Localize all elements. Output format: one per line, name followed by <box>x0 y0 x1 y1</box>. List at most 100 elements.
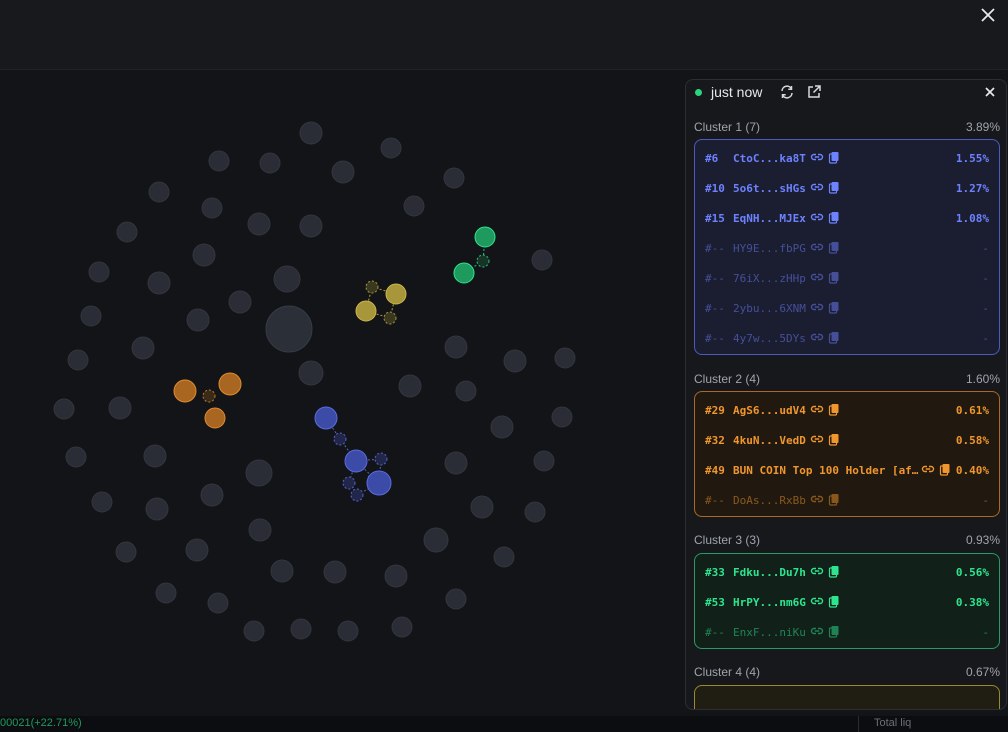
cluster-4-bubble[interactable] <box>355 300 377 322</box>
holder-bubble[interactable] <box>245 459 273 487</box>
holder-row[interactable]: #-- DoAs...RxBb - <box>695 485 999 515</box>
holder-row[interactable]: #-- 76iX...zHHp - <box>695 263 999 293</box>
link-icon[interactable] <box>810 564 824 578</box>
holder-bubble[interactable] <box>384 564 408 588</box>
cluster-1-bubble[interactable] <box>366 470 392 496</box>
holder-bubble[interactable] <box>337 620 359 642</box>
cluster-2-bubble[interactable] <box>173 379 197 403</box>
holder-address[interactable]: 4kuN...VedD <box>733 434 806 447</box>
holder-bubble[interactable] <box>143 444 167 468</box>
holder-bubble[interactable] <box>298 360 324 386</box>
holder-bubble[interactable] <box>147 271 171 295</box>
cluster-1-bubble[interactable] <box>333 432 347 446</box>
holder-bubble[interactable] <box>398 374 422 398</box>
holder-row[interactable]: #-- 4y7w...5DYs - <box>695 323 999 353</box>
holder-bubble[interactable] <box>155 582 177 604</box>
holder-row[interactable]: #53 HrPY...nm6G 0.38% <box>695 587 999 617</box>
holder-bubble[interactable] <box>455 380 477 402</box>
holder-address[interactable]: Fdku...Du7h <box>733 566 806 579</box>
holder-bubble[interactable] <box>108 396 132 420</box>
holder-row[interactable]: #-- 2ybu...6XNM - <box>695 293 999 323</box>
link-icon[interactable] <box>921 462 935 476</box>
bubble-map-canvas[interactable] <box>0 71 684 717</box>
holder-bubble[interactable] <box>554 347 576 369</box>
copy-icon[interactable] <box>827 300 841 314</box>
cluster-2-bubble[interactable] <box>218 372 242 396</box>
link-icon[interactable] <box>810 492 824 506</box>
holder-bubble[interactable] <box>323 560 347 584</box>
copy-icon[interactable] <box>827 270 841 284</box>
holder-bubble[interactable] <box>207 592 229 614</box>
cluster-1-bubble[interactable] <box>314 406 338 430</box>
holder-bubble[interactable] <box>248 518 272 542</box>
holder-bubble[interactable] <box>331 160 355 184</box>
holder-bubble[interactable] <box>115 541 137 563</box>
holder-address[interactable]: AgS6...udV4 <box>733 404 806 417</box>
holder-bubble[interactable] <box>493 546 515 568</box>
holder-address[interactable]: BUN COIN Top 100 Holder [af… <box>733 464 918 477</box>
copy-icon[interactable] <box>827 594 841 608</box>
holder-bubble[interactable] <box>423 527 449 553</box>
holder-bubble[interactable] <box>192 243 216 267</box>
holder-bubble[interactable] <box>273 265 301 293</box>
copy-icon[interactable] <box>827 564 841 578</box>
holder-bubble[interactable] <box>243 620 265 642</box>
holder-row[interactable]: #15 EqNH...MJEx 1.08% <box>695 203 999 233</box>
holder-row[interactable]: #10 5o6t...sHGs 1.27% <box>695 173 999 203</box>
holder-row[interactable]: #-- HY9E...fbPG - <box>695 233 999 263</box>
holder-bubble[interactable] <box>551 406 573 428</box>
cluster-4-bubble[interactable] <box>385 283 407 305</box>
holder-address[interactable]: CtoC...ka8T <box>733 152 806 165</box>
holder-address[interactable]: HrPY...nm6G <box>733 596 806 609</box>
link-icon[interactable] <box>810 432 824 446</box>
holder-row[interactable]: #6 CtoC...ka8T 1.55% <box>695 143 999 173</box>
holder-bubble[interactable] <box>116 221 138 243</box>
holder-address[interactable]: DoAs...RxBb <box>733 494 806 507</box>
holder-bubble[interactable] <box>200 483 224 507</box>
holder-bubble[interactable] <box>145 497 169 521</box>
holder-bubble[interactable] <box>259 152 281 174</box>
holder-bubble[interactable] <box>270 559 294 583</box>
copy-icon[interactable] <box>938 462 952 476</box>
external-link-icon[interactable] <box>806 84 822 100</box>
link-icon[interactable] <box>810 624 824 638</box>
holder-row[interactable]: #33 Fdku...Du7h 0.56% <box>695 557 999 587</box>
holder-bubble[interactable] <box>490 415 514 439</box>
link-icon[interactable] <box>810 270 824 284</box>
holder-bubble[interactable] <box>391 616 413 638</box>
holder-bubble[interactable] <box>148 181 170 203</box>
holder-bubble[interactable] <box>131 336 155 360</box>
copy-icon[interactable] <box>827 330 841 344</box>
link-icon[interactable] <box>810 150 824 164</box>
holder-bubble[interactable] <box>201 197 223 219</box>
link-icon[interactable] <box>810 330 824 344</box>
holder-address[interactable]: EqNH...MJEx <box>733 212 806 225</box>
holder-bubble[interactable] <box>445 588 467 610</box>
holder-address[interactable]: 4y7w...5DYs <box>733 332 806 345</box>
cluster-4-bubble[interactable] <box>383 311 397 325</box>
link-icon[interactable] <box>810 402 824 416</box>
holder-bubble[interactable] <box>443 167 465 189</box>
copy-icon[interactable] <box>827 402 841 416</box>
holder-bubble[interactable] <box>88 261 110 283</box>
holder-address[interactable]: HY9E...fbPG <box>733 242 806 255</box>
holder-row[interactable]: #49 BUN COIN Top 100 Holder [af… 0.40% <box>695 455 999 485</box>
cluster-1-bubble[interactable] <box>374 452 388 466</box>
holder-address[interactable]: 2ybu...6XNM <box>733 302 806 315</box>
holder-bubble[interactable] <box>208 150 230 172</box>
cluster-1-bubble[interactable] <box>350 488 364 502</box>
holder-bubble-large[interactable] <box>265 305 313 353</box>
link-icon[interactable] <box>810 210 824 224</box>
holder-bubble[interactable] <box>186 308 210 332</box>
panel-close-icon[interactable] <box>982 84 998 100</box>
holder-address[interactable]: 5o6t...sHGs <box>733 182 806 195</box>
cluster-2-bubble[interactable] <box>202 389 216 403</box>
cluster-3-bubble[interactable] <box>476 254 490 268</box>
copy-icon[interactable] <box>827 432 841 446</box>
link-icon[interactable] <box>810 180 824 194</box>
copy-icon[interactable] <box>827 492 841 506</box>
link-icon[interactable] <box>810 594 824 608</box>
holder-bubble[interactable] <box>67 349 89 371</box>
bubble-map[interactable] <box>0 71 684 717</box>
holder-bubble[interactable] <box>531 249 553 271</box>
